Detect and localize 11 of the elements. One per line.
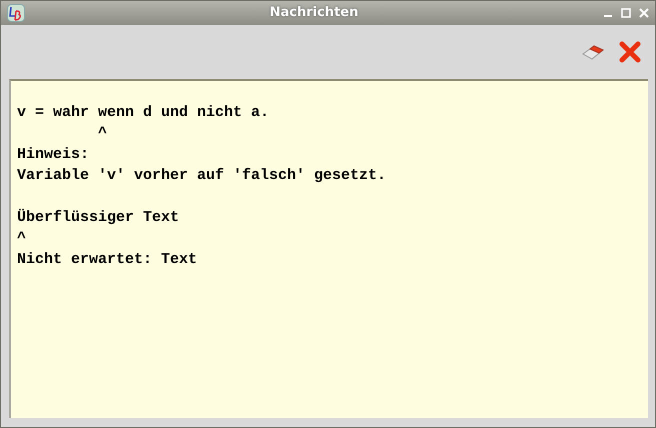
message-line: Hinweis: [17, 145, 90, 165]
message-line: Variable 'v' vorher auf 'falsch' gesetzt. [17, 166, 388, 186]
app-logo-icon [7, 4, 25, 22]
message-line: v = wahr wenn d und nicht a. [17, 103, 270, 123]
close-icon[interactable] [619, 41, 641, 63]
message-line: ^ [97, 124, 108, 144]
maximize-icon[interactable] [621, 8, 631, 18]
window-title: Nachrichten [268, 4, 360, 22]
message-line: ^ [17, 229, 28, 249]
message-line: Nicht erwartet: Text [17, 250, 198, 270]
message-line: Überflüssiger Text [17, 208, 180, 228]
